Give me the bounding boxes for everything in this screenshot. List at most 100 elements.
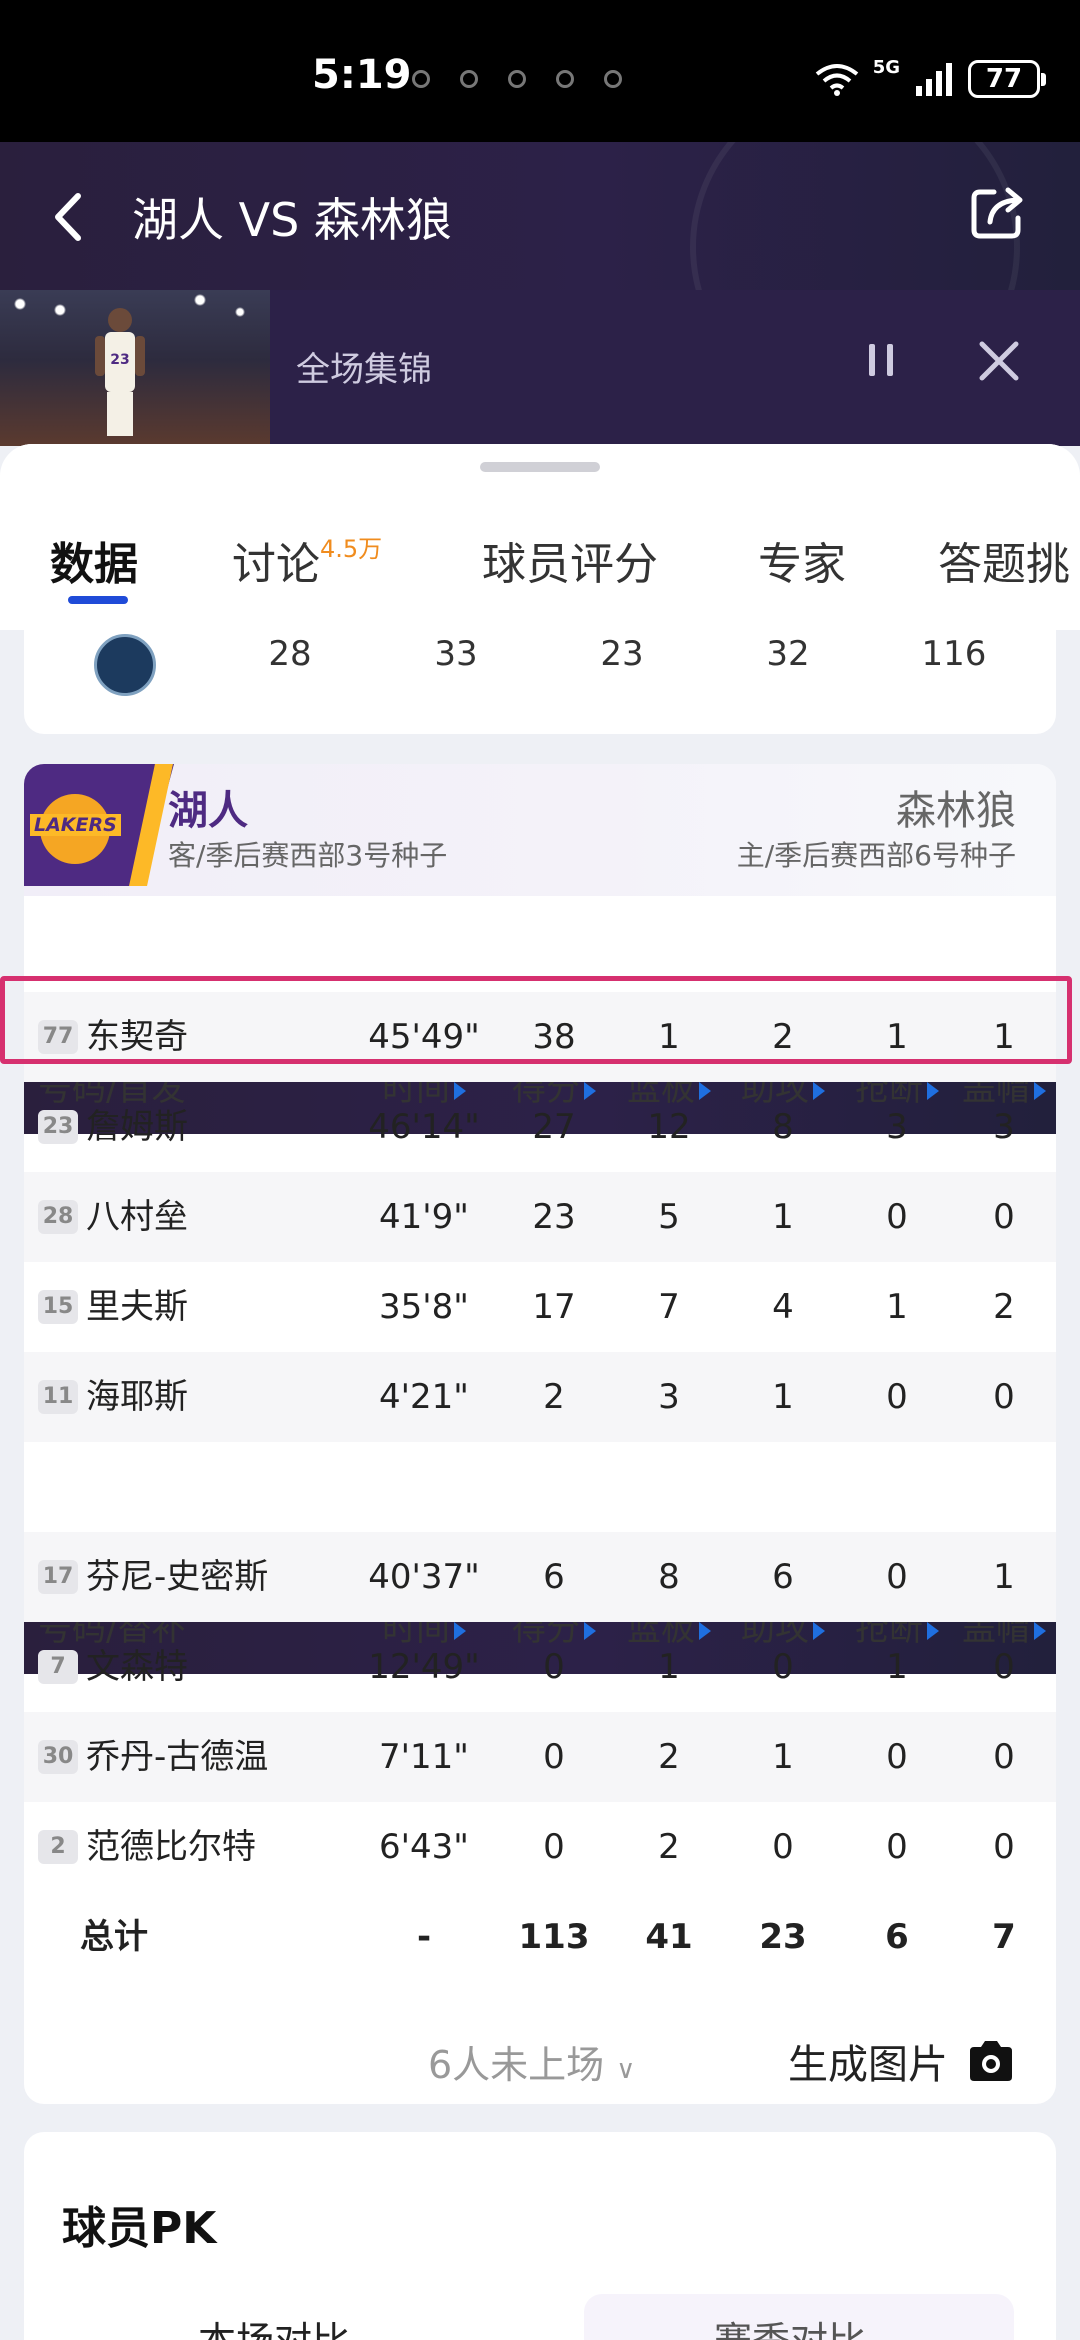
steals: 3 xyxy=(886,1107,908,1147)
score-q1: 28 xyxy=(268,634,312,674)
player-name[interactable]: 文森特 xyxy=(86,1622,188,1712)
battery-icon: 77 xyxy=(968,60,1046,98)
player-name-cell[interactable]: 2 范德比尔特 xyxy=(38,1802,256,1892)
tab-data[interactable]: 数据 xyxy=(50,528,138,592)
player-name[interactable]: 海耶斯 xyxy=(86,1352,188,1442)
minutes: 40'37" xyxy=(368,1557,480,1597)
points: 23 xyxy=(532,1197,576,1237)
player-name-cell[interactable]: 11 海耶斯 xyxy=(38,1352,188,1442)
player-row[interactable]: 15 里夫斯 35'8" 17 7 4 1 2 xyxy=(24,1262,1056,1352)
player-pk-card: 球员PK 本场对比 赛季对比 xyxy=(24,2132,1056,2340)
close-icon[interactable] xyxy=(976,338,1022,384)
assists: 1 xyxy=(772,1377,794,1417)
tab-player-rating[interactable]: 球员评分 xyxy=(482,528,658,592)
notification-icons xyxy=(412,70,622,88)
camera-icon xyxy=(970,2041,1012,2081)
jersey-number: 2 xyxy=(38,1830,78,1864)
blocks: 0 xyxy=(993,1827,1015,1867)
status-time: 5:19 xyxy=(312,52,412,98)
home-team-seed: 客/季后赛西部3号种子 xyxy=(168,839,448,872)
pk-title: 球员PK xyxy=(62,2203,217,2254)
away-team-tab[interactable]: 森林狼 xyxy=(896,778,1016,836)
score-total: 116 xyxy=(921,634,987,674)
video-thumbnail[interactable]: 23 xyxy=(0,290,270,446)
jersey-number: 30 xyxy=(38,1740,78,1774)
minutes: 6'43" xyxy=(379,1827,469,1867)
jersey-number: 7 xyxy=(38,1650,78,1684)
team-switcher: LAKERS 湖人 客/季后赛西部3号种子 森林狼 主/季后赛西部6号种子 xyxy=(24,764,1056,896)
home-team-tab[interactable]: 湖人 xyxy=(168,778,248,836)
steals: 0 xyxy=(886,1737,908,1777)
player-name-cell[interactable]: 17 芬尼-史密斯 xyxy=(38,1532,268,1622)
pk-tab-current[interactable]: 本场对比 xyxy=(198,2310,350,2340)
player-row[interactable]: 2 范德比尔特 6'43" 0 2 0 0 0 xyxy=(24,1802,1056,1892)
unplayed-toggle[interactable]: 6人未上场 ∨ xyxy=(428,2034,635,2089)
video-mini-player[interactable]: 23 全场集锦 xyxy=(0,290,1080,446)
points: 27 xyxy=(532,1107,576,1147)
game-header: 湖人 VS 森林狼 xyxy=(0,142,1080,290)
rebounds: 12 xyxy=(647,1107,691,1147)
rebounds: 5 xyxy=(658,1197,680,1237)
pause-icon[interactable] xyxy=(866,340,896,380)
minutes: 46'14" xyxy=(368,1107,480,1147)
player-row[interactable]: 11 海耶斯 4'21" 2 3 1 0 0 xyxy=(24,1352,1056,1442)
points: 2 xyxy=(543,1377,565,1417)
wifi-icon xyxy=(815,64,858,96)
rebounds: 1 xyxy=(658,1647,680,1687)
points: 6 xyxy=(543,1557,565,1597)
minutes: 41'9" xyxy=(379,1197,469,1237)
box-score-table: 号码/首发 时间 得分 篮板 助攻 抢断 盖帽 77 东契奇 45'49" 38 1 2 1… xyxy=(24,902,1056,1982)
player-name[interactable]: 里夫斯 xyxy=(86,1262,188,1352)
score-q2: 33 xyxy=(434,634,478,674)
rebounds: 7 xyxy=(658,1287,680,1327)
blocks: 0 xyxy=(993,1647,1015,1687)
score-q4: 32 xyxy=(766,634,810,674)
player-row[interactable]: 28 八村垒 41'9" 23 5 1 0 0 xyxy=(24,1172,1056,1262)
assists: 4 xyxy=(772,1287,794,1327)
blocks: 2 xyxy=(993,1287,1015,1327)
player-row[interactable]: 7 文森特 12'49" 0 1 0 1 0 xyxy=(24,1622,1056,1712)
tab-quiz[interactable]: 答题挑 xyxy=(938,528,1070,592)
drag-handle[interactable] xyxy=(480,462,600,472)
assists: 1 xyxy=(772,1737,794,1777)
player-name[interactable]: 范德比尔特 xyxy=(86,1802,256,1892)
active-tab-indicator xyxy=(68,596,128,604)
share-icon[interactable] xyxy=(968,182,1028,242)
tab-bar: 数据 讨论4.5万 球员评分 专家 答题挑 xyxy=(0,444,1080,630)
player-name[interactable]: 乔丹-古德温 xyxy=(86,1712,268,1802)
rebounds: 2 xyxy=(658,1737,680,1777)
away-team-seed: 主/季后赛西部6号种子 xyxy=(736,839,1016,872)
player-name[interactable]: 芬尼-史密斯 xyxy=(86,1532,268,1622)
video-title: 全场集锦 xyxy=(296,350,432,390)
pk-tab-season[interactable]: 赛季对比 xyxy=(714,2310,866,2340)
player-row[interactable]: 30 乔丹-古德温 7'11" 0 2 1 0 0 xyxy=(24,1712,1056,1802)
assists: 1 xyxy=(772,1197,794,1237)
minutes: 12'49" xyxy=(368,1647,480,1687)
player-name[interactable]: 詹姆斯 xyxy=(86,1082,188,1172)
player-name-cell[interactable]: 7 文森特 xyxy=(38,1622,188,1712)
totals-time: - xyxy=(416,1917,432,1957)
generate-image-button[interactable]: 生成图片 xyxy=(788,2032,1016,2090)
tab-experts[interactable]: 专家 xyxy=(758,528,846,592)
player-row[interactable]: 17 芬尼-史密斯 40'37" 6 8 6 0 1 xyxy=(24,1532,1056,1622)
totals-rebounds: 41 xyxy=(645,1917,693,1957)
minutes: 4'21" xyxy=(379,1377,469,1417)
battery-level: 77 xyxy=(985,64,1023,94)
steals: 0 xyxy=(886,1197,908,1237)
blocks: 1 xyxy=(993,1557,1015,1597)
stats-sheet: 数据 讨论4.5万 球员评分 专家 答题挑 28 33 23 32 116 LA… xyxy=(0,444,1080,2340)
totals-steals: 6 xyxy=(885,1917,909,1957)
network-label: 5G xyxy=(872,56,900,78)
player-name-cell[interactable]: 23 詹姆斯 xyxy=(38,1082,188,1172)
player-row[interactable]: 23 詹姆斯 46'14" 27 12 8 3 3 xyxy=(24,1082,1056,1172)
player-name-cell[interactable]: 30 乔丹-古德温 xyxy=(38,1712,268,1802)
player-name-cell[interactable]: 15 里夫斯 xyxy=(38,1262,188,1352)
status-bar: 5:19 5G 77 xyxy=(0,0,1080,142)
player-name[interactable]: 八村垒 xyxy=(86,1172,188,1262)
tab-discussion[interactable]: 讨论4.5万 xyxy=(232,528,382,592)
status-right: 5G 77 xyxy=(815,56,1046,98)
back-icon[interactable] xyxy=(44,182,94,252)
blocks: 0 xyxy=(993,1377,1015,1417)
totals-label: 总计 xyxy=(80,1917,148,1957)
player-name-cell[interactable]: 28 八村垒 xyxy=(38,1172,188,1262)
